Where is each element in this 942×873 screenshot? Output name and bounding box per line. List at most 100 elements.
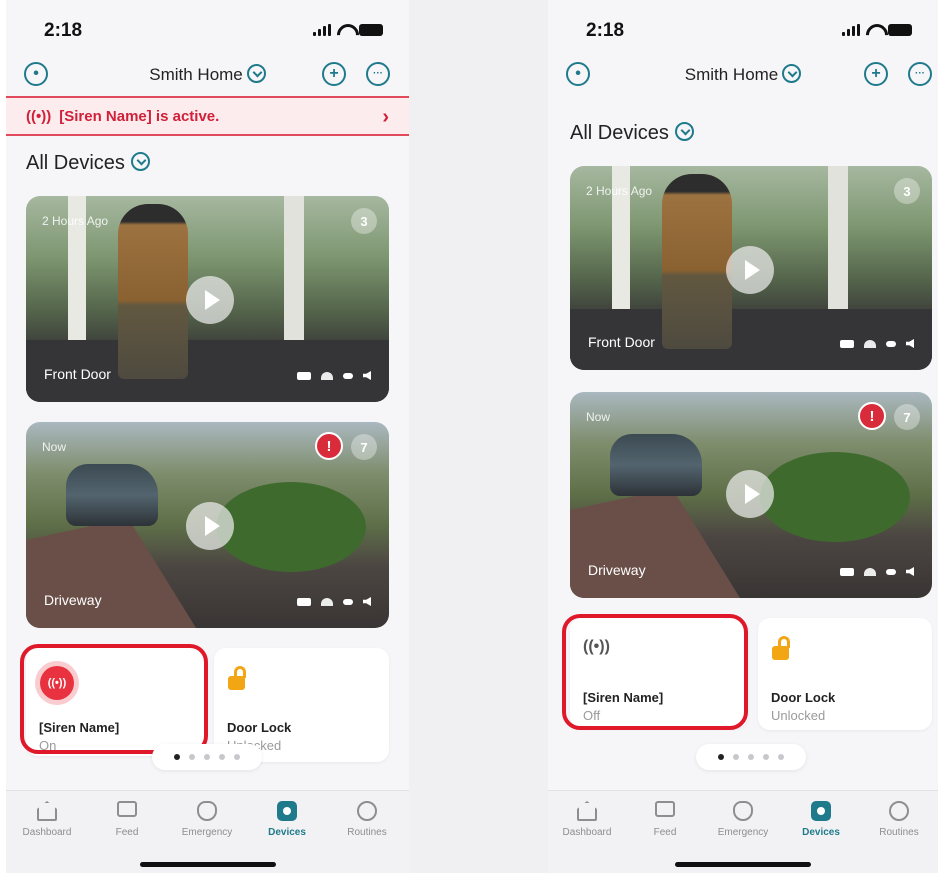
camera-status-icons	[840, 567, 914, 576]
alert-icon: !	[315, 432, 343, 460]
tab-dashboard[interactable]: Dashboard	[12, 801, 82, 838]
volume-icon	[363, 597, 371, 606]
porch-post	[284, 196, 304, 357]
camera-card-driveway[interactable]: Now ! 7 Driveway	[26, 422, 389, 628]
status-bar: 2:18	[548, 0, 938, 54]
motion-icon	[886, 568, 896, 575]
home-selector[interactable]: Smith Home	[6, 64, 409, 85]
volume-icon	[906, 567, 914, 576]
siren-alert-banner[interactable]: ((•)) [Siren Name] is active. ›	[6, 96, 409, 136]
car	[610, 434, 702, 496]
siren-icon: ((•))	[26, 107, 52, 125]
driveway-pavement	[26, 518, 196, 628]
camera-status-icons	[840, 339, 914, 348]
volume-icon	[906, 339, 914, 348]
tab-routines[interactable]: Routines	[332, 801, 402, 838]
camera-time: 2 Hours Ago	[586, 184, 653, 198]
page-dot	[189, 754, 195, 760]
add-icon[interactable]: +	[864, 62, 888, 86]
page-dot	[234, 754, 240, 760]
tab-devices[interactable]: Devices	[786, 801, 856, 838]
alert-text: [Siren Name] is active.	[59, 107, 220, 125]
play-icon[interactable]	[186, 502, 234, 550]
page-dot	[778, 754, 784, 760]
camera-time: 2 Hours Ago	[42, 214, 109, 228]
tab-feed[interactable]: Feed	[630, 801, 700, 838]
more-icon[interactable]: ···	[908, 62, 932, 86]
unlocked-icon	[228, 666, 248, 690]
page-dot	[763, 754, 769, 760]
camera-card-front-door[interactable]: 2 Hours Ago 3 Front Door	[26, 196, 389, 402]
section-title-text: All Devices	[570, 122, 669, 144]
status-time: 2:18	[44, 20, 83, 41]
home-indicator[interactable]	[139, 862, 276, 867]
tab-label: Dashboard	[562, 827, 612, 838]
bushes	[760, 452, 910, 542]
camera-time: Now	[42, 440, 67, 454]
car	[66, 464, 158, 526]
status-bar: 2:18	[6, 0, 409, 54]
tile-name: Door Lock	[771, 690, 836, 705]
tab-label: Devices	[268, 827, 306, 838]
page-dot	[748, 754, 754, 760]
battery-icon	[840, 339, 854, 348]
camera-card-front-door[interactable]: 2 Hours Ago 3 Front Door	[570, 166, 932, 370]
camera-card-driveway[interactable]: Now ! 7 Driveway	[570, 392, 932, 598]
play-icon[interactable]	[186, 276, 234, 324]
camera-name: Driveway	[44, 592, 102, 608]
unlocked-icon	[772, 636, 792, 660]
home-indicator[interactable]	[675, 862, 811, 867]
section-title-text: All Devices	[26, 152, 125, 174]
tab-emergency[interactable]: Emergency	[708, 801, 778, 838]
page-dot	[718, 754, 724, 760]
chevron-right-icon: ›	[382, 106, 389, 128]
motion-icon	[343, 598, 353, 605]
app-header: • Smith Home + ···	[6, 56, 409, 92]
camera-name: Front Door	[44, 366, 111, 382]
tab-devices[interactable]: Devices	[252, 801, 322, 838]
camera-icon	[811, 801, 831, 821]
wifi-icon	[321, 597, 333, 606]
page-indicator[interactable]	[696, 744, 806, 770]
camera-time: Now	[586, 410, 611, 424]
tab-label: Dashboard	[22, 827, 72, 838]
tab-label: Feed	[653, 827, 677, 838]
wifi-icon	[864, 567, 876, 576]
bushes	[216, 482, 366, 572]
highlight-outline	[20, 644, 208, 754]
shield-icon	[197, 801, 217, 821]
section-title[interactable]: All Devices	[570, 122, 694, 145]
section-title[interactable]: All Devices	[26, 152, 150, 175]
tab-emergency[interactable]: Emergency	[172, 801, 242, 838]
monitor-icon	[117, 801, 137, 817]
add-icon[interactable]: +	[322, 62, 346, 86]
camera-status-icons	[297, 597, 371, 606]
battery-icon	[297, 597, 311, 606]
tab-bar: Dashboard Feed Emergency Devices Routine…	[548, 790, 938, 873]
routine-icon	[889, 801, 909, 821]
signal-icon	[842, 24, 860, 36]
shield-icon	[733, 801, 753, 821]
event-count-badge: 3	[894, 178, 920, 204]
tab-label: Emergency	[181, 827, 233, 838]
wifi-icon	[321, 371, 333, 380]
tab-routines[interactable]: Routines	[864, 801, 934, 838]
event-count-badge: 3	[351, 208, 377, 234]
tab-label: Emergency	[717, 827, 769, 838]
play-icon[interactable]	[726, 246, 774, 294]
chevron-down-icon	[246, 64, 266, 83]
door-lock-tile[interactable]: Door Lock Unlocked	[758, 618, 932, 730]
camera-icon	[277, 801, 297, 821]
event-count-badge: 7	[894, 404, 920, 430]
tab-feed[interactable]: Feed	[92, 801, 162, 838]
motion-icon	[343, 372, 353, 379]
tab-label: Routines	[879, 827, 919, 838]
more-icon[interactable]: ···	[366, 62, 390, 86]
motion-icon	[886, 340, 896, 347]
play-icon[interactable]	[726, 470, 774, 518]
page-dot	[204, 754, 210, 760]
camera-status-icons	[297, 371, 371, 380]
driveway-pavement	[570, 488, 740, 598]
page-indicator[interactable]	[152, 744, 262, 770]
tab-dashboard[interactable]: Dashboard	[552, 801, 622, 838]
